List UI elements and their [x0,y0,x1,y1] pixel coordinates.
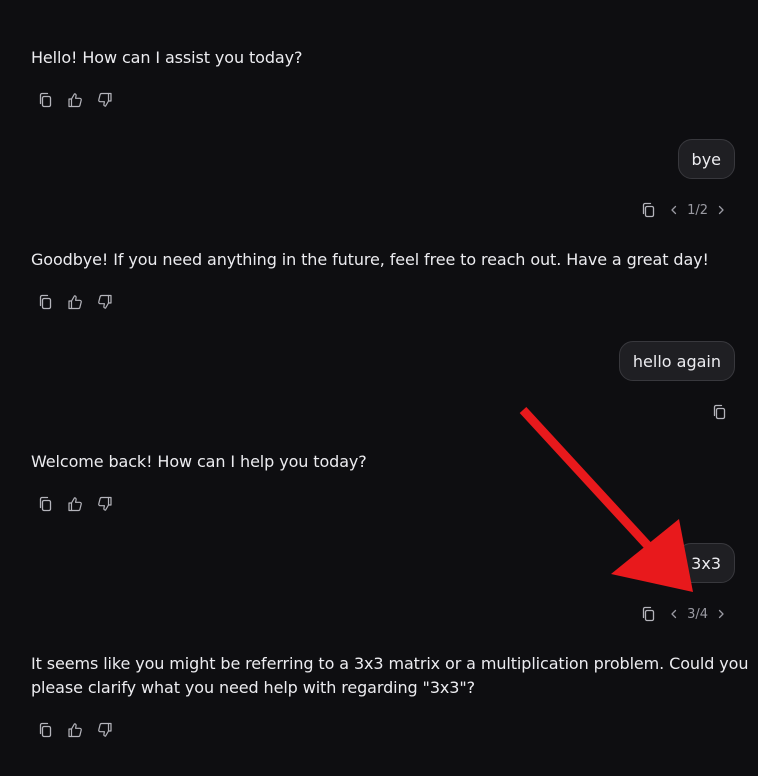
thumbs-down-icon[interactable] [96,721,114,739]
user-message-2-actions [710,403,728,421]
user-message-1-actions: 1/2 [639,201,728,219]
chevron-left-icon[interactable] [667,203,681,217]
chevron-right-icon[interactable] [714,203,728,217]
pager-count: 1/2 [687,202,708,218]
thumbs-up-icon[interactable] [66,721,84,739]
assistant-message-3: Welcome back! How can I help you today? [31,452,367,471]
copy-icon[interactable] [36,721,54,739]
assistant-message-4: It seems like you might be referring to … [31,652,749,700]
pager-count: 3/4 [687,606,708,622]
chevron-right-icon[interactable] [714,607,728,621]
copy-icon[interactable] [36,293,54,311]
thumbs-up-icon[interactable] [66,293,84,311]
assistant-message-4-line-2: please clarify what you need help with r… [31,678,475,697]
assistant-message-2-actions [36,293,114,311]
copy-icon[interactable] [639,605,657,623]
copy-icon[interactable] [710,403,728,421]
copy-icon[interactable] [36,495,54,513]
copy-icon[interactable] [639,201,657,219]
user-message-3-actions: 3/4 [639,605,728,623]
thumbs-up-icon[interactable] [66,91,84,109]
assistant-message-3-actions [36,495,114,513]
assistant-message-2: Goodbye! If you need anything in the fut… [31,250,709,269]
thumbs-down-icon[interactable] [96,495,114,513]
user-message-bubble-2: hello again [618,341,735,381]
assistant-message-4-actions [36,721,114,739]
user-message-bubble-3: 3x3 [677,543,735,583]
message-pager: 1/2 [667,203,728,218]
message-pager: 3/4 [667,607,728,622]
thumbs-down-icon[interactable] [96,91,114,109]
thumbs-down-icon[interactable] [96,293,114,311]
thumbs-up-icon[interactable] [66,495,84,513]
assistant-message-1-actions [36,91,114,109]
assistant-message-1: Hello! How can I assist you today? [31,48,303,67]
chevron-left-icon[interactable] [667,607,681,621]
assistant-message-4-line-1: It seems like you might be referring to … [31,654,749,673]
user-message-bubble-1: bye [677,139,735,179]
copy-icon[interactable] [36,91,54,109]
